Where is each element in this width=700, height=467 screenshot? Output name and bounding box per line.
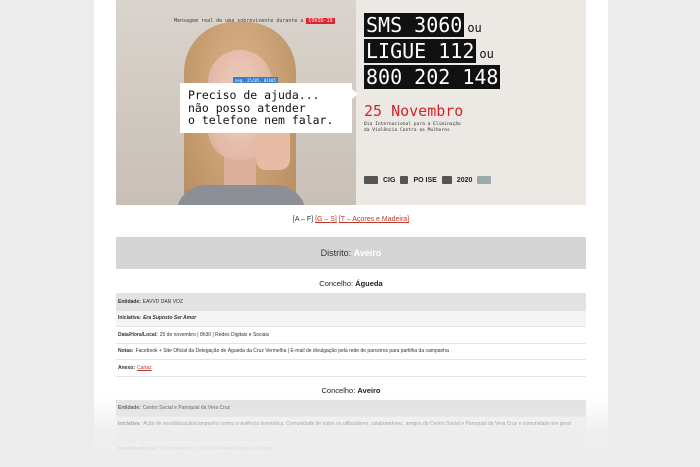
sms-number: SMS 3060	[364, 13, 465, 37]
hotline-number: 800 202 148	[364, 65, 501, 89]
banner-top-caption: Mensagem real de uma sobrevivente durant…	[174, 18, 335, 24]
attachment-link-cartaz[interactable]: Cartaz	[137, 365, 152, 371]
poise-logo: PO ISE	[413, 176, 437, 184]
speech-bubble: Preciso de ajuda... não posso atender o …	[180, 83, 358, 133]
table-row: Iniciativa: Ação de sensibilização/campan…	[116, 417, 586, 441]
table-row: Data/Hora/Local: 25 de novembro | 8h30 | …	[116, 327, 586, 344]
district-name: Aveiro	[353, 248, 382, 258]
table-row: Entidade: Centro Social e Paroquial da Ve…	[116, 400, 586, 417]
cig-logo: CIG	[383, 176, 396, 184]
table-row: Data/Hora/Local: 25 de novembro | 10h00 |…	[116, 441, 586, 458]
events-table: Concelho: Águeda Entidade: EAVVD DAR VOZ …	[116, 274, 586, 458]
page-content-column: Mensagem real de uma sobrevivente durant…	[94, 0, 608, 467]
nav-link-t-acores-madeira[interactable]: [T – Açores e Madeira]	[339, 216, 409, 223]
covid-tag: COVID-19	[306, 18, 335, 24]
portugal2020-logo: 2020	[456, 176, 473, 184]
table-row: Anexo: Cartaz	[116, 360, 586, 377]
campaign-banner[interactable]: Mensagem real de uma sobrevivente durant…	[116, 0, 586, 205]
alphabet-navigation: [A – F] [G – S] [T – Açores e Madeira]	[292, 216, 410, 223]
table-row: Notas: Facebook + Site Oficial da Delegaç…	[116, 344, 586, 360]
banner-date-subtitle: Dia Internacional para a Eliminação da V…	[364, 122, 461, 133]
eu-logo-icon	[477, 176, 492, 184]
table-row: Iniciativa: Era Suposto Ser Amor	[116, 310, 586, 327]
banner-hotline-panel: SMS 3060 ou LIGUE 112 ou 800 202 148 25 No…	[364, 13, 584, 134]
shield-logo-icon	[400, 176, 409, 184]
concelho-header: Concelho: Águeda	[116, 274, 586, 294]
banner-date-title: 25 Novembro	[364, 102, 464, 120]
partner-logo-icon	[441, 176, 452, 184]
district-header: Distrito: Aveiro	[116, 237, 586, 269]
republic-logo-icon	[364, 176, 378, 184]
emergency-number: LIGUE 112	[364, 39, 477, 63]
nav-link-g-s[interactable]: [G – S]	[315, 216, 337, 223]
table-row: Entidade: EAVVD DAR VOZ	[116, 294, 586, 311]
concelho-header: Concelho: Aveiro	[116, 381, 586, 401]
partner-logos: CIG PO ISE 2020	[364, 174, 524, 186]
